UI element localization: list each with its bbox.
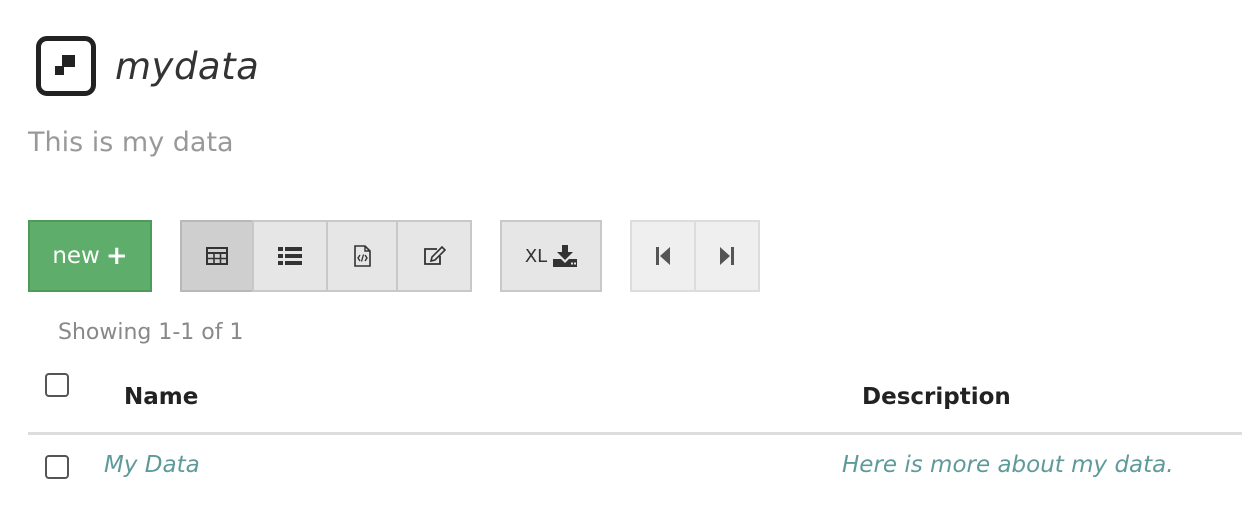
row-description: Here is more about my data. <box>842 452 1174 478</box>
edit-icon <box>422 246 446 266</box>
export-excel-button[interactable]: XL <box>500 220 602 292</box>
code-view-button[interactable] <box>326 220 398 292</box>
table-header-divider <box>28 432 1242 435</box>
edit-view-button[interactable] <box>396 220 472 292</box>
code-file-icon <box>353 245 371 267</box>
first-page-button[interactable] <box>630 220 696 292</box>
list-icon <box>278 247 302 265</box>
column-header-description[interactable]: Description <box>862 384 1011 410</box>
pagination-summary: Showing 1-1 of 1 <box>58 320 244 345</box>
list-view-button[interactable] <box>252 220 328 292</box>
export-label: XL <box>524 245 548 267</box>
download-icon <box>553 245 578 267</box>
page: mydata This is my data new + XL Showing … <box>0 0 1242 514</box>
column-header-name[interactable]: Name <box>124 384 198 410</box>
app-title: mydata <box>115 44 260 88</box>
new-button[interactable]: new + <box>28 220 152 292</box>
last-page-icon <box>719 246 735 266</box>
row-name-link[interactable]: My Data <box>104 452 200 478</box>
plus-icon: + <box>105 241 128 271</box>
new-button-label: new <box>52 243 100 269</box>
table-icon <box>206 247 228 265</box>
select-all-checkbox[interactable] <box>45 373 69 397</box>
row-select-checkbox[interactable] <box>45 455 69 479</box>
first-page-icon <box>655 246 671 266</box>
app-header: mydata <box>36 36 259 96</box>
app-logo-icon <box>36 36 96 96</box>
app-subtitle: This is my data <box>28 127 234 158</box>
table-view-button[interactable] <box>180 220 254 292</box>
last-page-button[interactable] <box>694 220 760 292</box>
